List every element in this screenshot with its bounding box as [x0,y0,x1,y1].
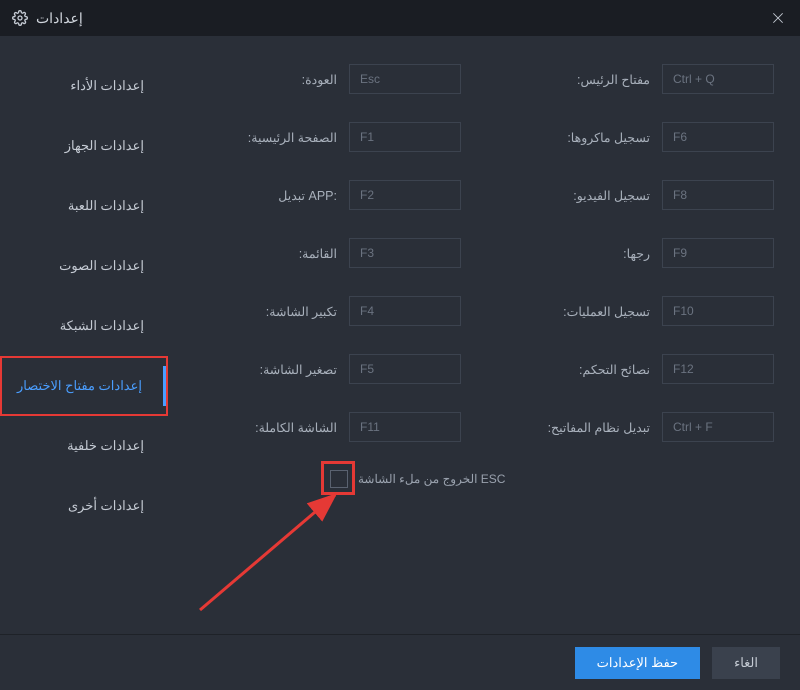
sidebar: إعدادات الأداء إعدادات الجهاز إعدادات ال… [0,36,168,634]
window-title: إعدادات [36,10,83,27]
field-label: :تكبير الشاشة [188,304,337,319]
sidebar-item-label: إعدادات الجهاز [65,138,144,154]
sidebar-item-label: إعدادات مفتاح الاختصار [17,378,142,394]
sidebar-item-device[interactable]: إعدادات الجهاز [0,116,168,176]
sidebar-item-label: إعدادات أخرى [68,498,144,514]
field-label: :القائمة [188,246,337,261]
save-button[interactable]: حفظ الإعدادات [575,647,700,679]
shortcut-input-controltips[interactable] [662,354,774,384]
sidebar-item-performance[interactable]: إعدادات الأداء [0,56,168,116]
field-label: :تسجيل العمليات [501,304,650,319]
shortcut-input-menu[interactable] [349,238,461,268]
shortcut-input-back[interactable] [349,64,461,94]
field-label: :تسجيل الفيديو [501,188,650,203]
shortcut-input-bosskey[interactable] [662,64,774,94]
shortcut-input-home[interactable] [349,122,461,152]
sidebar-item-label: إعدادات خلفية [67,438,144,454]
sidebar-item-wallpaper[interactable]: إعدادات خلفية [0,416,168,476]
field-label: :العودة [188,72,337,87]
sidebar-item-label: إعدادات الأداء [70,78,144,94]
titlebar: إعدادات [0,0,800,36]
field-label: تبديل APP: [188,188,337,203]
sidebar-item-audio[interactable]: إعدادات الصوت [0,236,168,296]
sidebar-item-label: إعدادات الشبكة [60,318,144,334]
shortcut-input-video[interactable] [662,180,774,210]
field-label: :تسجيل ماكروها [501,130,650,145]
shortcut-input-keyswitch[interactable] [662,412,774,442]
shortcut-input-fullscreen[interactable] [349,412,461,442]
main-panel: :العودة :مفتاح الرئيس :الصفحة الرئيسية :… [168,36,800,634]
shortcut-input-zoomout[interactable] [349,354,461,384]
footer: حفظ الإعدادات الغاء [0,634,800,690]
close-icon[interactable] [768,8,788,28]
shortcut-input-zoomin[interactable] [349,296,461,326]
field-label: :مفتاح الرئيس [501,72,650,87]
sidebar-item-game[interactable]: إعدادات اللعبة [0,176,168,236]
shortcut-input-appswitch[interactable] [349,180,461,210]
field-label: :تبديل نظام المفاتيح [501,420,650,435]
gear-icon [12,10,28,26]
esc-exit-fullscreen-checkbox[interactable] [330,470,348,488]
field-label: :الصفحة الرئيسية [188,130,337,145]
cancel-button[interactable]: الغاء [712,647,780,679]
field-label: :تصغير الشاشة [188,362,337,377]
shortcut-input-shake[interactable] [662,238,774,268]
shortcut-input-operation[interactable] [662,296,774,326]
sidebar-item-network[interactable]: إعدادات الشبكة [0,296,168,356]
sidebar-item-other[interactable]: إعدادات أخرى [0,476,168,536]
field-label: :الشاشة الكاملة [188,420,337,435]
shortcut-input-macro[interactable] [662,122,774,152]
annotation-highlight [321,461,355,495]
field-label: :نصائح التحكم [501,362,650,377]
sidebar-item-label: إعدادات الصوت [59,258,144,274]
sidebar-item-label: إعدادات اللعبة [68,198,144,214]
checkbox-label: الخروج من ملء الشاشة ESC [358,472,505,486]
field-label: :رجها [501,246,650,261]
sidebar-item-shortcut[interactable]: إعدادات مفتاح الاختصار [0,356,168,416]
